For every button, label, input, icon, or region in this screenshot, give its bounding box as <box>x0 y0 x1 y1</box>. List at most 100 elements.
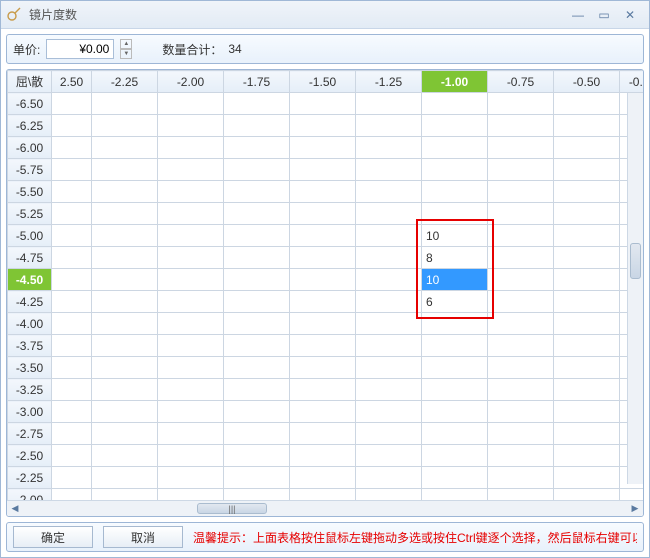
grid-cell[interactable] <box>158 269 224 291</box>
grid-cell[interactable] <box>356 423 422 445</box>
row-header[interactable]: -5.00 <box>8 225 52 247</box>
grid-cell[interactable] <box>554 423 620 445</box>
grid-cell[interactable] <box>554 93 620 115</box>
grid-cell[interactable] <box>290 181 356 203</box>
grid-cell[interactable] <box>224 291 290 313</box>
grid-cell[interactable] <box>92 313 158 335</box>
grid-cell[interactable] <box>356 291 422 313</box>
grid-cell[interactable] <box>356 159 422 181</box>
grid-cell[interactable] <box>422 357 488 379</box>
col-header[interactable]: -2.25 <box>92 71 158 93</box>
grid-cell[interactable] <box>92 203 158 225</box>
grid-cell[interactable] <box>422 115 488 137</box>
grid-cell[interactable] <box>224 93 290 115</box>
row-header[interactable]: -6.25 <box>8 115 52 137</box>
price-input[interactable] <box>46 39 114 59</box>
grid-cell[interactable] <box>92 467 158 489</box>
grid-cell[interactable] <box>554 401 620 423</box>
grid-cell[interactable] <box>52 247 92 269</box>
grid-cell[interactable] <box>92 137 158 159</box>
grid-cell[interactable] <box>92 93 158 115</box>
grid-cell[interactable] <box>158 159 224 181</box>
vertical-scrollbar[interactable] <box>627 93 643 484</box>
grid-cell[interactable] <box>52 291 92 313</box>
grid-cell[interactable] <box>422 489 488 501</box>
col-header[interactable]: -1.75 <box>224 71 290 93</box>
grid-cell[interactable] <box>290 401 356 423</box>
grid-cell[interactable] <box>356 181 422 203</box>
grid-cell[interactable] <box>158 445 224 467</box>
grid-cell[interactable] <box>52 225 92 247</box>
grid-cell[interactable] <box>158 379 224 401</box>
hscroll-right-icon[interactable]: ▶ <box>627 501 643 516</box>
grid-cell[interactable] <box>224 203 290 225</box>
grid-cell[interactable] <box>52 379 92 401</box>
grid-cell[interactable] <box>554 115 620 137</box>
grid-cell[interactable] <box>92 401 158 423</box>
grid-cell[interactable] <box>224 445 290 467</box>
grid-cell[interactable] <box>554 269 620 291</box>
minimize-button[interactable]: — <box>565 7 591 23</box>
grid-cell[interactable] <box>92 489 158 501</box>
grid-cell[interactable] <box>620 489 644 501</box>
grid-cell[interactable] <box>224 379 290 401</box>
row-header[interactable]: -3.50 <box>8 357 52 379</box>
grid-cell[interactable] <box>92 357 158 379</box>
grid-cell[interactable] <box>224 115 290 137</box>
row-header[interactable]: -5.75 <box>8 159 52 181</box>
grid-cell[interactable] <box>158 203 224 225</box>
grid-cell[interactable] <box>356 137 422 159</box>
hscroll-thumb[interactable]: ||| <box>197 503 267 514</box>
grid-cell[interactable] <box>158 489 224 501</box>
grid-cell[interactable] <box>356 335 422 357</box>
grid-cell[interactable] <box>158 401 224 423</box>
spinner-down-icon[interactable]: ▼ <box>120 49 132 59</box>
grid-cell[interactable] <box>158 357 224 379</box>
ok-button[interactable]: 确定 <box>13 526 93 548</box>
grid-cell[interactable] <box>52 357 92 379</box>
grid-cell[interactable] <box>554 335 620 357</box>
close-button[interactable]: ✕ <box>617 7 643 23</box>
grid-cell[interactable] <box>554 489 620 501</box>
grid-cell[interactable] <box>92 115 158 137</box>
cancel-button[interactable]: 取消 <box>103 526 183 548</box>
grid-cell[interactable] <box>52 489 92 501</box>
grid-cell[interactable] <box>422 137 488 159</box>
row-header[interactable]: -6.00 <box>8 137 52 159</box>
grid-cell[interactable] <box>52 445 92 467</box>
grid-cell[interactable] <box>356 313 422 335</box>
grid-cell[interactable] <box>422 445 488 467</box>
grid-cell[interactable] <box>488 467 554 489</box>
grid-cell[interactable] <box>290 269 356 291</box>
grid-cell[interactable] <box>52 313 92 335</box>
grid-cell[interactable] <box>92 181 158 203</box>
hscroll-left-icon[interactable]: ◀ <box>7 501 23 516</box>
col-header[interactable]: -1.25 <box>356 71 422 93</box>
grid-cell[interactable] <box>554 379 620 401</box>
grid-cell[interactable] <box>158 137 224 159</box>
grid-cell[interactable] <box>52 181 92 203</box>
grid-cell[interactable] <box>290 467 356 489</box>
grid-cell[interactable] <box>290 291 356 313</box>
grid-cell[interactable] <box>488 159 554 181</box>
grid-cell[interactable] <box>290 225 356 247</box>
grid-cell[interactable] <box>224 159 290 181</box>
grid-cell[interactable] <box>488 225 554 247</box>
grid-cell[interactable] <box>290 159 356 181</box>
grid-cell[interactable] <box>158 291 224 313</box>
grid-cell[interactable] <box>422 401 488 423</box>
grid-cell[interactable] <box>422 313 488 335</box>
row-header[interactable]: -4.50 <box>8 269 52 291</box>
data-grid[interactable]: 屈\散2.50-2.25-2.00-1.75-1.50-1.25-1.00-0.… <box>7 70 643 500</box>
grid-cell[interactable] <box>224 181 290 203</box>
grid-cell[interactable] <box>554 247 620 269</box>
grid-cell[interactable] <box>356 93 422 115</box>
grid-cell[interactable] <box>224 335 290 357</box>
grid-cell[interactable] <box>224 357 290 379</box>
grid-cell[interactable] <box>290 93 356 115</box>
grid-cell[interactable] <box>290 137 356 159</box>
grid-cell[interactable] <box>488 137 554 159</box>
grid-cell[interactable] <box>158 423 224 445</box>
horizontal-scrollbar[interactable]: ◀ ||| ▶ <box>7 500 643 516</box>
grid-cell[interactable] <box>224 225 290 247</box>
